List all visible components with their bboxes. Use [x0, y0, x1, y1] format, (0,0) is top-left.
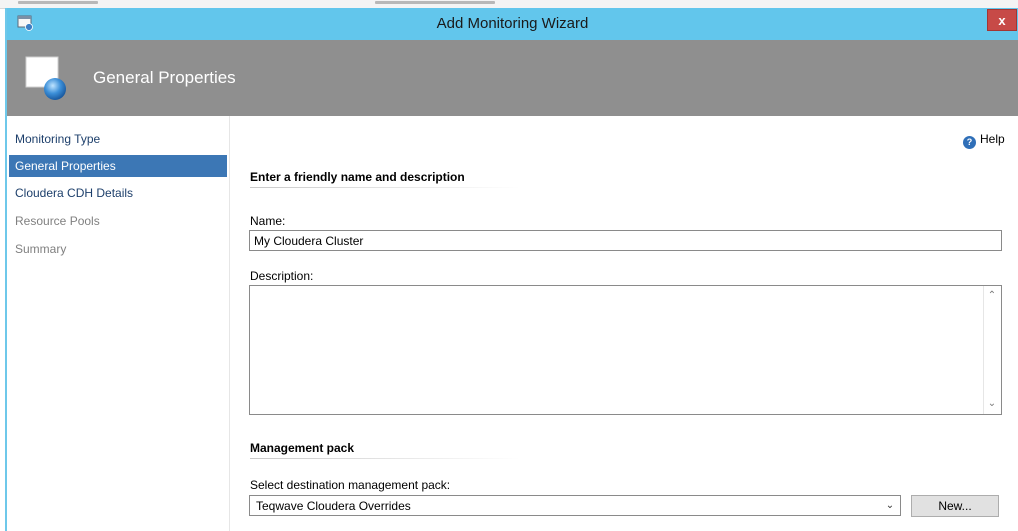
management-pack-select[interactable]: Teqwave Cloudera Overrides ⌄	[249, 495, 901, 516]
wizard-step-nav: Monitoring Type General Properties Cloud…	[7, 116, 230, 531]
nav-item-cloudera-cdh-details[interactable]: Cloudera CDH Details	[9, 182, 227, 204]
page-title: General Properties	[93, 68, 236, 87]
scroll-down-arrow-icon[interactable]: ⌄	[984, 396, 1000, 412]
new-management-pack-button[interactable]: New...	[911, 495, 999, 517]
description-scrollbar[interactable]: ⌃ ⌄	[983, 286, 1001, 414]
window-title: Add Monitoring Wizard	[436, 15, 589, 32]
name-label: Name:	[250, 214, 286, 228]
name-input[interactable]: My Cloudera Cluster	[249, 230, 1002, 251]
management-pack-heading: Management pack	[250, 441, 355, 455]
background-text-fragment	[18, 1, 98, 4]
management-pack-label: Select destination management pack:	[250, 478, 451, 492]
nav-item-summary: Summary	[15, 242, 67, 256]
nav-item-general-properties[interactable]: General Properties	[9, 155, 227, 177]
wizard-window: Add Monitoring Wizard x General Properti…	[5, 8, 1018, 531]
background-text-fragment	[375, 1, 495, 4]
title-bar[interactable]: Add Monitoring Wizard x	[7, 8, 1018, 40]
help-link[interactable]: ? Help	[963, 132, 1005, 149]
section-divider	[250, 187, 520, 188]
description-textarea[interactable]: ⌃ ⌄	[249, 285, 1002, 415]
nav-item-resource-pools: Resource Pools	[15, 214, 100, 228]
page-header: General Properties	[7, 40, 1018, 116]
description-label: Description:	[250, 269, 314, 283]
chevron-down-icon[interactable]: ⌄	[883, 498, 897, 513]
wizard-page-icon	[25, 55, 67, 101]
wizard-content: ? Help Enter a friendly name and descript…	[230, 116, 1018, 531]
section-divider	[250, 458, 520, 459]
name-section-heading: Enter a friendly name and description	[250, 170, 465, 184]
nav-item-monitoring-type[interactable]: Monitoring Type	[9, 128, 227, 150]
close-button[interactable]: x	[987, 9, 1017, 31]
scroll-up-arrow-icon[interactable]: ⌃	[984, 288, 1000, 304]
help-label: Help	[980, 132, 1005, 146]
management-pack-value: Teqwave Cloudera Overrides	[256, 499, 411, 513]
help-icon: ?	[963, 136, 976, 149]
